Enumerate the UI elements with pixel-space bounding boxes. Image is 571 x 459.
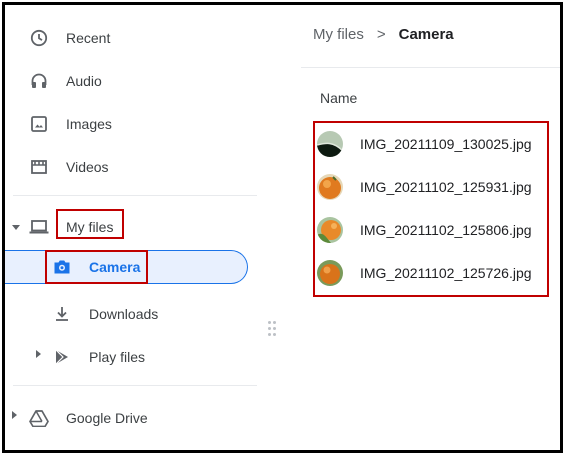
sidebar-item-label: Audio (66, 73, 102, 89)
column-header-name[interactable]: Name (320, 90, 357, 106)
sidebar-item-label: Downloads (89, 306, 159, 322)
file-row[interactable]: IMG_20211102_125806.jpg (317, 214, 532, 246)
sidebar-item-audio[interactable]: Audio (5, 61, 255, 101)
header-divider (301, 67, 560, 68)
laptop-icon (29, 217, 49, 237)
file-name: IMG_20211102_125806.jpg (360, 222, 532, 238)
file-row[interactable]: IMG_20211102_125726.jpg (317, 257, 532, 289)
sidebar-item-label: Recent (66, 30, 111, 46)
highlight-box-camera (45, 250, 148, 284)
breadcrumb-root[interactable]: My files (313, 26, 364, 43)
image-icon (29, 114, 49, 134)
sidebar-item-downloads[interactable]: Downloads (5, 294, 255, 334)
image-thumbnail (317, 217, 343, 243)
image-thumbnail (317, 131, 343, 157)
sidebar-item-videos[interactable]: Videos (5, 147, 255, 187)
sidebar: Recent Audio Images Videos My files Came… (5, 5, 263, 450)
sidebar-item-images[interactable]: Images (5, 104, 255, 144)
download-icon (52, 304, 72, 324)
play-store-icon (52, 347, 72, 367)
sidebar-item-google-drive[interactable]: Google Drive (5, 398, 255, 438)
panel-resize-handle[interactable] (268, 321, 278, 337)
sidebar-divider (13, 385, 257, 386)
breadcrumb-current: Camera (398, 26, 454, 43)
headphones-icon (29, 71, 49, 91)
breadcrumb: My files > Camera (313, 26, 454, 43)
breadcrumb-separator-icon: > (376, 26, 386, 43)
files-app-window: Recent Audio Images Videos My files Came… (2, 2, 563, 453)
file-name: IMG_20211102_125931.jpg (360, 179, 532, 195)
sidebar-item-label: Google Drive (66, 410, 148, 426)
film-icon (29, 157, 49, 177)
sidebar-item-label: Images (66, 116, 112, 132)
sidebar-item-label: Videos (66, 159, 109, 175)
sidebar-divider (13, 195, 257, 196)
file-list-panel: My files > Camera Name IMG_20211109_1300… (301, 5, 560, 450)
drive-icon (29, 408, 49, 428)
image-thumbnail (317, 174, 343, 200)
image-thumbnail (317, 260, 343, 286)
sidebar-item-my-files[interactable]: My files (5, 207, 255, 247)
sidebar-item-recent[interactable]: Recent (5, 18, 255, 58)
file-name: IMG_20211102_125726.jpg (360, 265, 532, 281)
sidebar-item-label: Play files (89, 349, 146, 365)
sidebar-item-play-files[interactable]: Play files (5, 337, 255, 377)
highlight-box-my-files (56, 209, 124, 239)
clock-icon (29, 28, 49, 48)
file-name: IMG_20211109_130025.jpg (360, 136, 532, 152)
file-row[interactable]: IMG_20211109_130025.jpg (317, 128, 532, 160)
file-row[interactable]: IMG_20211102_125931.jpg (317, 171, 532, 203)
